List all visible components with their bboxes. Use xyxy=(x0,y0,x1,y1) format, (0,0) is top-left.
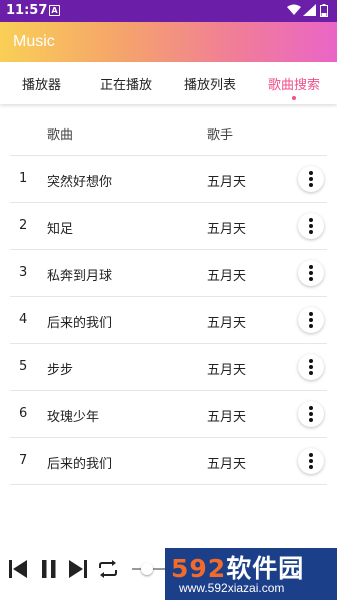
active-tab-indicator xyxy=(292,96,296,100)
wifi-icon xyxy=(287,4,301,15)
song-row[interactable]: 4 后来的我们 五月天 xyxy=(10,297,327,344)
site-watermark: 592软件园 www.592xiazai.com xyxy=(165,548,337,600)
tab-playlist[interactable]: 播放列表 xyxy=(184,74,236,93)
song-name: 后来的我们 xyxy=(47,316,113,331)
song-name: 知足 xyxy=(47,222,74,237)
song-artist: 五月天 xyxy=(207,222,247,237)
watermark-logo: 592软件园 xyxy=(171,549,304,585)
more-options-button[interactable] xyxy=(298,307,324,333)
more-options-button[interactable] xyxy=(298,166,324,192)
tab-now-playing[interactable]: 正在播放 xyxy=(100,74,152,93)
song-number: 7 xyxy=(19,453,28,468)
song-number: 4 xyxy=(19,312,28,327)
song-artist: 五月天 xyxy=(207,316,247,331)
more-options-button[interactable] xyxy=(298,260,324,286)
song-artist: 五月天 xyxy=(207,175,247,190)
song-name: 步步 xyxy=(47,363,74,378)
tab-player[interactable]: 播放器 xyxy=(22,74,61,93)
song-row[interactable]: 1 突然好想你 五月天 xyxy=(10,156,327,203)
song-number: 3 xyxy=(19,265,28,280)
tab-song-search[interactable]: 歌曲搜索 xyxy=(268,74,320,93)
song-name: 后来的我们 xyxy=(47,457,113,472)
song-row[interactable]: 7 后来的我们 五月天 xyxy=(10,438,327,485)
watermark-brand-text: 软件园 xyxy=(226,554,305,583)
watermark-digits: 592 xyxy=(171,554,227,583)
notification-a-icon: A xyxy=(49,5,60,16)
watermark-url: www.592xiazai.com xyxy=(179,581,285,595)
song-artist: 五月天 xyxy=(207,269,247,284)
previous-icon[interactable] xyxy=(8,558,28,580)
song-name: 突然好想你 xyxy=(47,175,113,190)
list-header: 歌曲 歌手 xyxy=(10,108,327,156)
pause-icon[interactable] xyxy=(40,558,58,580)
song-artist: 五月天 xyxy=(207,410,247,425)
more-options-button[interactable] xyxy=(298,213,324,239)
song-row[interactable]: 5 步步 五月天 xyxy=(10,344,327,391)
repeat-icon[interactable] xyxy=(96,558,120,580)
app-title: Music xyxy=(13,33,55,50)
seek-handle[interactable] xyxy=(141,563,153,575)
song-number: 5 xyxy=(19,359,28,374)
next-icon[interactable] xyxy=(68,558,88,580)
app-bar: Music xyxy=(0,22,337,62)
song-number: 1 xyxy=(19,171,28,186)
song-row[interactable]: 6 玫瑰少年 五月天 xyxy=(10,391,327,438)
status-time: 11:57 xyxy=(6,3,48,18)
song-number: 6 xyxy=(19,406,28,421)
song-row[interactable]: 3 私奔到月球 五月天 xyxy=(10,250,327,297)
signal-icon xyxy=(303,4,316,16)
more-options-button[interactable] xyxy=(298,448,324,474)
status-bar: 11:57 A xyxy=(0,0,337,22)
header-artist: 歌手 xyxy=(207,128,234,143)
song-artist: 五月天 xyxy=(207,457,247,472)
song-name: 玫瑰少年 xyxy=(47,410,100,425)
song-number: 2 xyxy=(19,218,28,233)
tab-bar: 播放器 正在播放 播放列表 歌曲搜索 xyxy=(0,62,337,104)
song-name: 私奔到月球 xyxy=(47,269,113,284)
more-options-button[interactable] xyxy=(298,401,324,427)
more-options-button[interactable] xyxy=(298,354,324,380)
battery-icon xyxy=(320,4,328,17)
song-artist: 五月天 xyxy=(207,363,247,378)
header-song: 歌曲 xyxy=(47,128,74,143)
song-row[interactable]: 2 知足 五月天 xyxy=(10,203,327,250)
